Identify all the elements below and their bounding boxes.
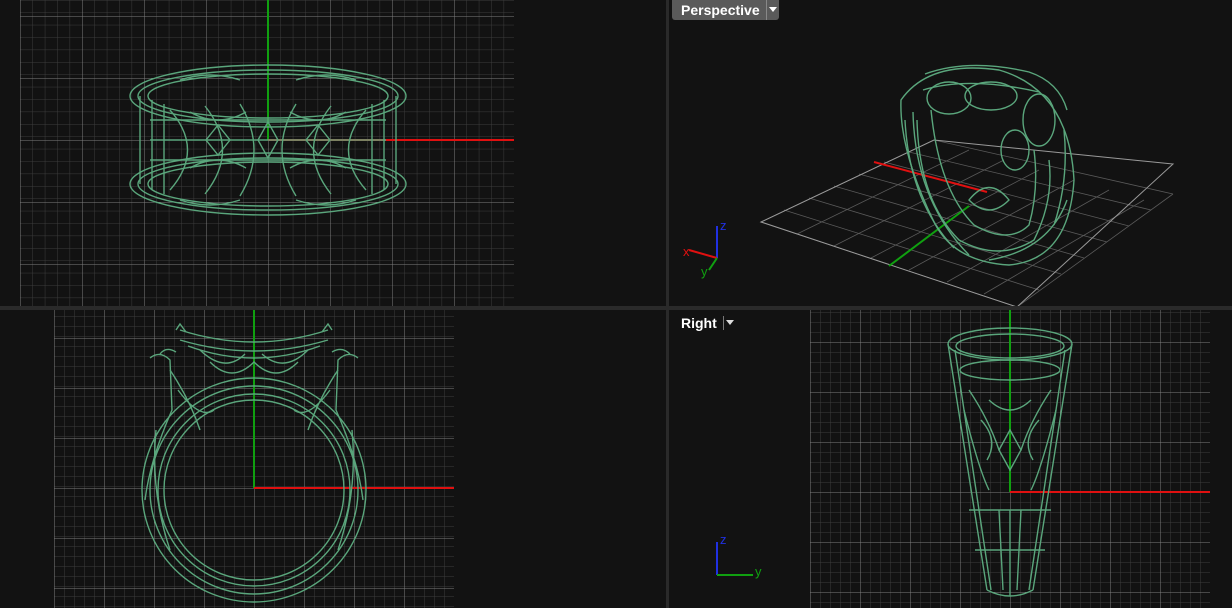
axis-widget-y-label: y (755, 564, 762, 579)
axis-widget-x-label: x (683, 244, 690, 259)
top-viewport-canvas[interactable] (0, 0, 666, 306)
front-viewport[interactable] (0, 310, 666, 608)
construction-grid-outline (759, 139, 1175, 306)
perspective-viewport-title[interactable]: Perspective (672, 0, 779, 20)
axis-widget-z-label: z (720, 218, 727, 233)
right-viewport-title[interactable]: Right (672, 313, 736, 333)
chevron-down-icon[interactable] (765, 0, 779, 20)
y-axis-line (888, 205, 970, 267)
right-viewport-canvas[interactable]: z y (669, 310, 1232, 608)
axis-widget-y-label: y (701, 264, 708, 279)
axis-widget: z y (716, 532, 762, 579)
axis-widget-z-label: z (720, 532, 727, 547)
chevron-down-icon[interactable] (722, 316, 736, 330)
top-viewport[interactable] (0, 0, 666, 306)
ring-model-wireframe[interactable] (900, 64, 1075, 266)
construction-grid (760, 139, 1174, 306)
perspective-viewport[interactable]: z x y Perspective (669, 0, 1232, 306)
viewport-title-text: Perspective (681, 2, 760, 18)
perspective-viewport-canvas[interactable]: z x y (669, 0, 1232, 306)
front-viewport-canvas[interactable] (0, 310, 666, 608)
right-viewport[interactable]: z y Right (669, 310, 1232, 608)
viewport-title-text: Right (681, 315, 717, 331)
axis-widget: z x y (683, 218, 727, 279)
